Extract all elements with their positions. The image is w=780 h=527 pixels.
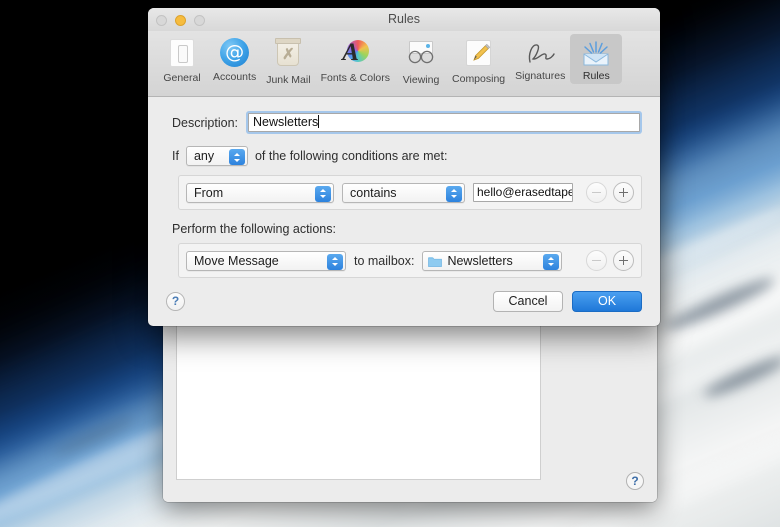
toolbar-item-viewing[interactable]: Viewing: [395, 34, 447, 88]
folder-icon: [428, 256, 442, 267]
chevron-updown-icon: [327, 254, 343, 270]
toolbar-item-fonts-colors[interactable]: A Fonts & Colors: [316, 34, 395, 86]
preferences-toolbar: General @ Accounts ✗ Junk Mail A Fonts &…: [148, 31, 660, 97]
general-icon: [166, 39, 198, 71]
sheet-footer: ? Cancel OK: [148, 278, 660, 326]
accounts-at-icon: @: [219, 38, 251, 70]
toolbar-item-signatures[interactable]: Signatures: [510, 34, 570, 84]
junk-mail-icon: ✗: [272, 41, 304, 73]
toolbar-item-accounts[interactable]: @ Accounts: [208, 34, 261, 85]
action-row-buttons: [586, 250, 634, 271]
condition-header-select[interactable]: From: [186, 183, 334, 203]
chevron-updown-icon: [446, 186, 462, 202]
conditions-suffix-label: of the following conditions are met:: [255, 149, 447, 163]
remove-condition-button[interactable]: [586, 182, 607, 203]
chevron-updown-icon: [543, 254, 559, 270]
conditions-group: From contains hello@erasedtapes: [178, 175, 642, 210]
condition-header-value: From: [194, 186, 223, 200]
description-input[interactable]: Newsletters: [248, 113, 640, 132]
remove-action-button[interactable]: [586, 250, 607, 271]
action-type-select[interactable]: Move Message: [186, 251, 346, 271]
close-button[interactable]: [156, 15, 167, 26]
toolbar-item-rules[interactable]: Rules: [570, 34, 622, 84]
chevron-updown-icon: [315, 186, 331, 202]
condition-row: From contains hello@erasedtapes: [186, 182, 634, 203]
help-button[interactable]: ?: [166, 292, 185, 311]
fonts-colors-icon: A: [339, 39, 371, 71]
if-label: If: [172, 149, 179, 163]
toolbar-label: Rules: [575, 70, 617, 82]
composing-icon: [463, 40, 495, 72]
description-row: Description: Newsletters: [166, 111, 642, 134]
actions-group: Move Message to mailbox: Newsletters: [178, 243, 642, 278]
toolbar-label: Viewing: [400, 74, 442, 86]
minimize-button[interactable]: [175, 15, 186, 26]
description-label: Description:: [166, 116, 238, 130]
toolbar-label: General: [161, 72, 203, 84]
toolbar-item-junk-mail[interactable]: ✗ Junk Mail: [261, 34, 315, 88]
match-mode-select[interactable]: any: [186, 146, 248, 166]
toolbar-label: Composing: [452, 73, 505, 85]
toolbar-label: Signatures: [515, 70, 565, 82]
chevron-updown-icon: [229, 149, 245, 165]
actions-label: Perform the following actions:: [172, 222, 642, 236]
description-focus-ring: Newsletters: [246, 111, 642, 134]
viewing-icon: [405, 41, 437, 73]
condition-operator-select[interactable]: contains: [342, 183, 465, 203]
window-title: Rules: [148, 8, 660, 31]
text-caret: [318, 115, 319, 128]
cancel-button[interactable]: Cancel: [493, 291, 563, 312]
add-condition-button[interactable]: [613, 182, 634, 203]
rules-icon: [580, 37, 612, 69]
match-mode-value: any: [194, 149, 214, 163]
condition-operator-value: contains: [350, 186, 397, 200]
action-type-value: Move Message: [194, 254, 279, 268]
window-controls: [156, 15, 205, 26]
toolbar-item-composing[interactable]: Composing: [447, 34, 510, 87]
sheet-content: Description: Newsletters If any of the f…: [148, 97, 660, 278]
mailbox-label: to mailbox:: [354, 254, 414, 268]
action-row: Move Message to mailbox: Newsletters: [186, 250, 634, 271]
condition-row-buttons: [586, 182, 634, 203]
toolbar-item-general[interactable]: General: [156, 34, 208, 86]
zoom-button[interactable]: [194, 15, 205, 26]
condition-value-input[interactable]: hello@erasedtapes: [473, 183, 573, 202]
conditions-header-row: If any of the following conditions are m…: [166, 146, 642, 166]
help-button[interactable]: ?: [626, 472, 644, 490]
sheet-titlebar: Rules: [148, 8, 660, 31]
signatures-icon: [524, 37, 556, 69]
ok-button[interactable]: OK: [572, 291, 642, 312]
mailbox-select[interactable]: Newsletters: [422, 251, 562, 271]
rules-edit-sheet: Rules General @ Accounts ✗ Junk Mail: [148, 8, 660, 326]
toolbar-label: Fonts & Colors: [321, 72, 390, 84]
toolbar-label: Junk Mail: [266, 74, 310, 86]
toolbar-label: Accounts: [213, 71, 256, 83]
description-value: Newsletters: [253, 115, 318, 129]
add-action-button[interactable]: [613, 250, 634, 271]
mailbox-value: Newsletters: [447, 254, 512, 268]
condition-value: hello@erasedtapes: [477, 185, 573, 199]
